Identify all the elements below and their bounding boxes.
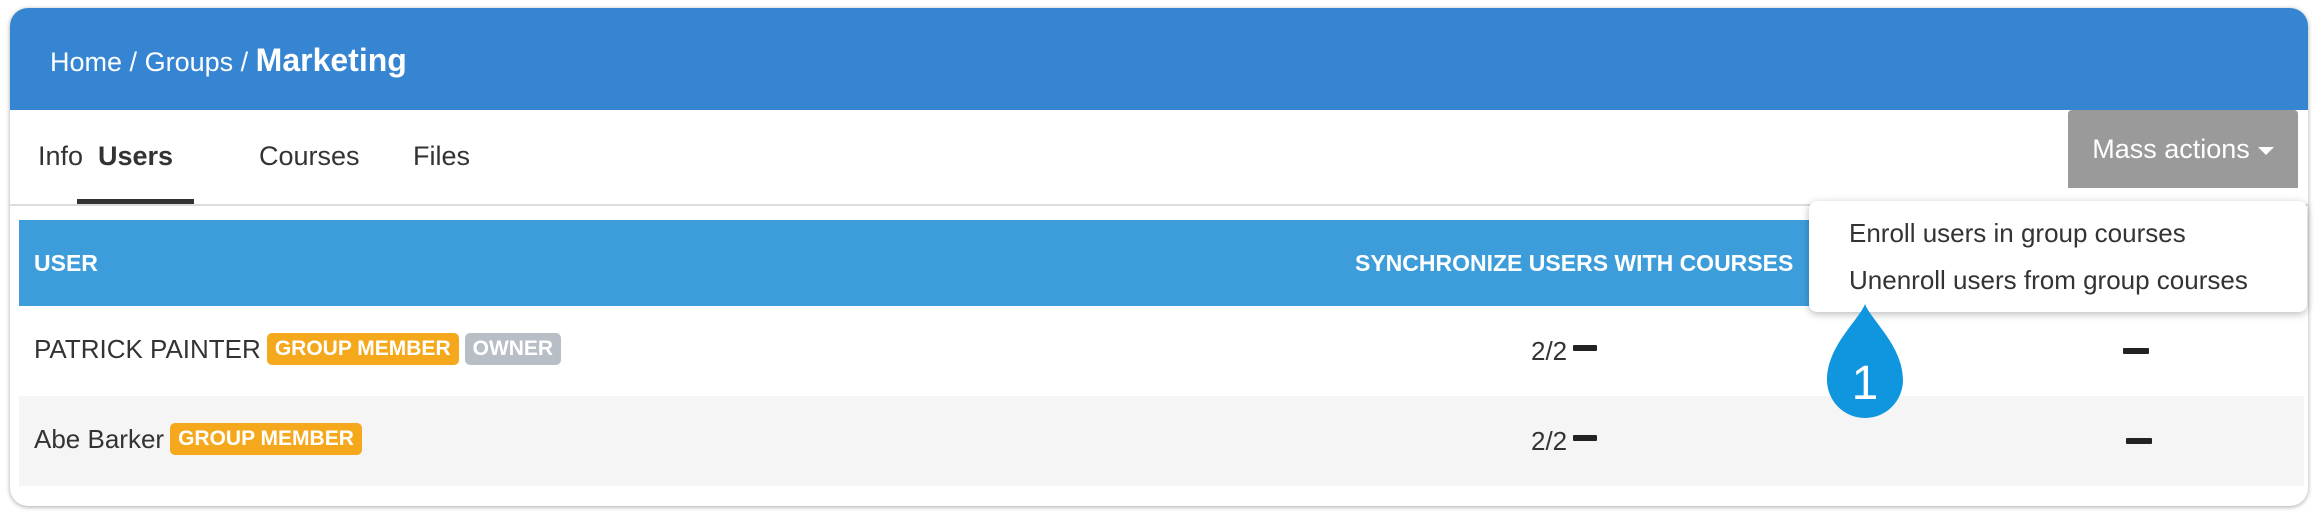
tab-users[interactable]: Users	[77, 110, 195, 204]
sync-count: 2/2	[1531, 336, 1568, 366]
table-row: PATRICK PAINTER GROUP MEMBER OWNER 2/2	[19, 306, 2304, 396]
sync-count: 2/2	[1531, 426, 1568, 456]
column-header-user[interactable]: USER	[34, 220, 98, 306]
user-name[interactable]: Abe Barker	[34, 424, 164, 454]
step-callout: 1	[1825, 300, 1905, 424]
callout-number: 1	[1851, 357, 1879, 410]
mass-actions-button[interactable]: Mass actions	[2068, 110, 2298, 188]
breadcrumb-separator: /	[240, 47, 249, 77]
user-cell: PATRICK PAINTER GROUP MEMBER OWNER	[34, 333, 562, 367]
breadcrumb-groups[interactable]: Groups	[145, 47, 234, 77]
column-header-sync[interactable]: SYNCHRONIZE USERS WITH COURSES	[1355, 220, 1793, 306]
minus-icon[interactable]	[2126, 438, 2152, 444]
breadcrumb: Home / Groups / Marketing	[50, 44, 407, 78]
caret-down-icon	[2257, 146, 2274, 155]
tab-files[interactable]: Files	[413, 110, 470, 204]
sync-cell: 2/2	[1531, 336, 1598, 367]
mass-actions-label: Mass actions	[2092, 134, 2250, 164]
page-header: Home / Groups / Marketing	[10, 8, 2308, 110]
user-cell: Abe Barker GROUP MEMBER	[34, 423, 362, 457]
breadcrumb-separator: /	[129, 47, 138, 77]
page-title: Marketing	[255, 42, 407, 78]
tab-bar: Info Users Courses Files	[10, 110, 2308, 206]
breadcrumb-home[interactable]: Home	[50, 47, 122, 77]
sync-cell: 2/2	[1531, 426, 1598, 457]
mass-actions-menu: Enroll users in group courses Unenroll u…	[1809, 201, 2307, 312]
user-name[interactable]: PATRICK PAINTER	[34, 334, 261, 364]
group-member-badge: GROUP MEMBER	[170, 423, 362, 456]
minus-icon[interactable]	[1573, 435, 1598, 442]
table-row: Abe Barker GROUP MEMBER 2/2	[19, 396, 2304, 486]
owner-badge: OWNER	[464, 333, 562, 366]
menu-item-enroll-users[interactable]: Enroll users in group courses	[1849, 218, 2186, 249]
tab-courses[interactable]: Courses	[259, 110, 360, 204]
menu-item-unenroll-users[interactable]: Unenroll users from group courses	[1849, 265, 2248, 296]
minus-icon[interactable]	[2123, 348, 2149, 354]
group-member-badge: GROUP MEMBER	[266, 333, 459, 366]
minus-icon[interactable]	[1573, 345, 1598, 352]
